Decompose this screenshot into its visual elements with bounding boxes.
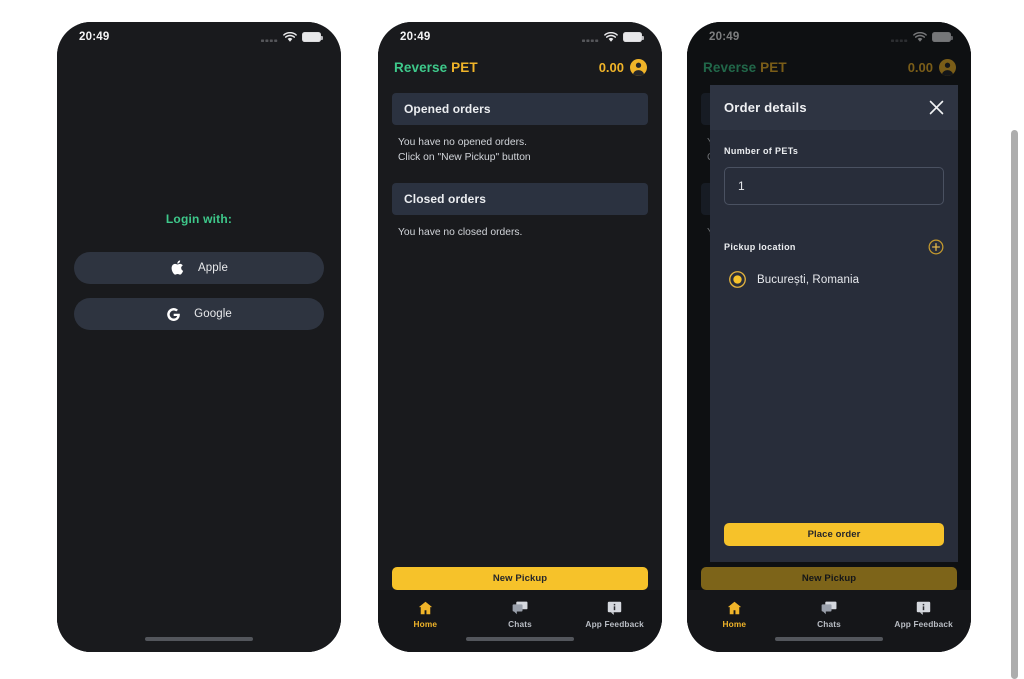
closed-orders-heading: Closed orders — [392, 183, 648, 216]
place-order-button[interactable]: Place order — [724, 523, 944, 546]
status-time: 20:49 — [400, 31, 431, 43]
radio-selected-icon — [729, 271, 746, 288]
app-brand: Reverse PET — [394, 60, 478, 75]
opened-orders-body: You have no opened orders. Click on "New… — [392, 125, 648, 165]
tab-home-label: Home — [413, 619, 438, 629]
wifi-icon — [283, 31, 297, 42]
bottom-tab-bar: Home Chats App Feedback — [687, 590, 971, 652]
phone-mockup-orders: 20:49 Reverse PET 0.00 Opened orders You… — [378, 22, 662, 652]
pickup-location-label: Pickup location — [724, 242, 796, 252]
number-of-pets-label: Number of PETs — [724, 146, 799, 156]
chat-bubbles-icon — [512, 601, 528, 615]
closed-orders-line1: You have no closed orders. — [398, 227, 523, 239]
tab-app-feedback-label: App Feedback — [894, 619, 953, 629]
feedback-icon — [916, 601, 931, 615]
opened-orders-line1: You have no opened orders. — [398, 137, 528, 148]
home-icon — [418, 601, 432, 615]
tab-home-label: Home — [722, 619, 747, 629]
status-icons — [261, 31, 323, 43]
status-bar: 20:49 — [57, 22, 341, 52]
app-header: Reverse PET 0.00 — [378, 52, 662, 83]
home-indicator — [145, 637, 253, 641]
phone-mockup-login: 20:49 Login with: Apple Google — [57, 22, 341, 652]
opened-orders-line2: Click on "New Pickup" button — [398, 151, 531, 163]
battery-icon — [302, 32, 323, 42]
modal-body: Number of PETs Pickup location — [710, 130, 958, 523]
google-login-label: Google — [194, 308, 232, 320]
tab-chats[interactable]: Chats — [782, 601, 877, 629]
screenshot-canvas: 20:49 Login with: Apple Google 20:49 Rev… — [0, 0, 1024, 679]
header-right: 0.00 — [599, 59, 647, 76]
account-avatar-icon[interactable] — [630, 59, 647, 76]
tab-app-feedback[interactable]: App Feedback — [876, 601, 971, 629]
modal-footer: Place order — [710, 523, 958, 562]
closed-orders-body: You have no closed orders. — [392, 215, 648, 241]
login-title: Login with: — [165, 212, 233, 226]
phone-mockup-order-details: 20:49 — [687, 22, 971, 652]
new-pickup-button[interactable]: New Pickup — [392, 567, 648, 590]
google-logo-icon — [167, 307, 180, 321]
tab-app-feedback[interactable]: App Feedback — [567, 601, 662, 629]
orders-screen: 20:49 Reverse PET 0.00 Opened orders You… — [378, 22, 662, 652]
battery-icon — [623, 32, 644, 42]
chat-bubbles-icon — [821, 601, 837, 615]
login-body: Login with: Apple Google — [57, 52, 341, 590]
login-screen: 20:49 Login with: Apple Google — [57, 22, 341, 652]
tab-home[interactable]: Home — [378, 601, 473, 629]
home-icon — [727, 601, 741, 615]
apple-logo-icon — [171, 260, 184, 275]
tab-chats-label: Chats — [508, 619, 532, 629]
tab-app-feedback-label: App Feedback — [585, 619, 644, 629]
brand-secondary: PET — [451, 60, 478, 75]
home-bar-area-login — [57, 590, 341, 652]
wifi-icon — [604, 31, 618, 42]
feedback-icon — [607, 601, 622, 615]
bottom-tab-bar: Home Chats App Feedback — [378, 590, 662, 652]
balance-amount: 0.00 — [598, 60, 624, 75]
opened-orders-heading: Opened orders — [392, 93, 648, 125]
apple-login-button[interactable]: Apple — [74, 252, 324, 284]
order-details-modal: Order details Number of PETs Pickup loca… — [710, 85, 958, 562]
pickup-location-row: Pickup location — [724, 239, 944, 255]
location-option-bucuresti[interactable]: București, Romania — [724, 271, 944, 288]
page-scrollbar[interactable] — [1011, 130, 1018, 679]
orders-bottom-actions: New Pickup — [378, 567, 662, 590]
order-details-screen: 20:49 — [687, 22, 971, 652]
signal-bars-icon — [582, 39, 599, 42]
modal-header: Order details — [710, 85, 958, 130]
apple-login-label: Apple — [198, 262, 228, 274]
close-x-icon[interactable] — [929, 100, 944, 115]
location-name: București, Romania — [757, 273, 860, 286]
plus-circle-icon[interactable] — [928, 239, 944, 255]
status-icons — [582, 31, 644, 43]
number-of-pets-input[interactable] — [724, 167, 944, 205]
home-indicator — [466, 637, 574, 641]
tab-chats-label: Chats — [817, 619, 841, 629]
modal-title: Order details — [724, 100, 807, 115]
brand-primary: Reverse — [394, 60, 448, 75]
orders-content: Opened orders You have no opened orders.… — [378, 83, 662, 567]
status-time: 20:49 — [79, 31, 110, 43]
tab-home[interactable]: Home — [687, 601, 782, 629]
google-login-button[interactable]: Google — [74, 298, 324, 330]
tab-chats[interactable]: Chats — [473, 601, 568, 629]
signal-bars-icon — [261, 39, 278, 42]
status-bar: 20:49 — [378, 22, 662, 52]
home-indicator — [775, 637, 883, 641]
